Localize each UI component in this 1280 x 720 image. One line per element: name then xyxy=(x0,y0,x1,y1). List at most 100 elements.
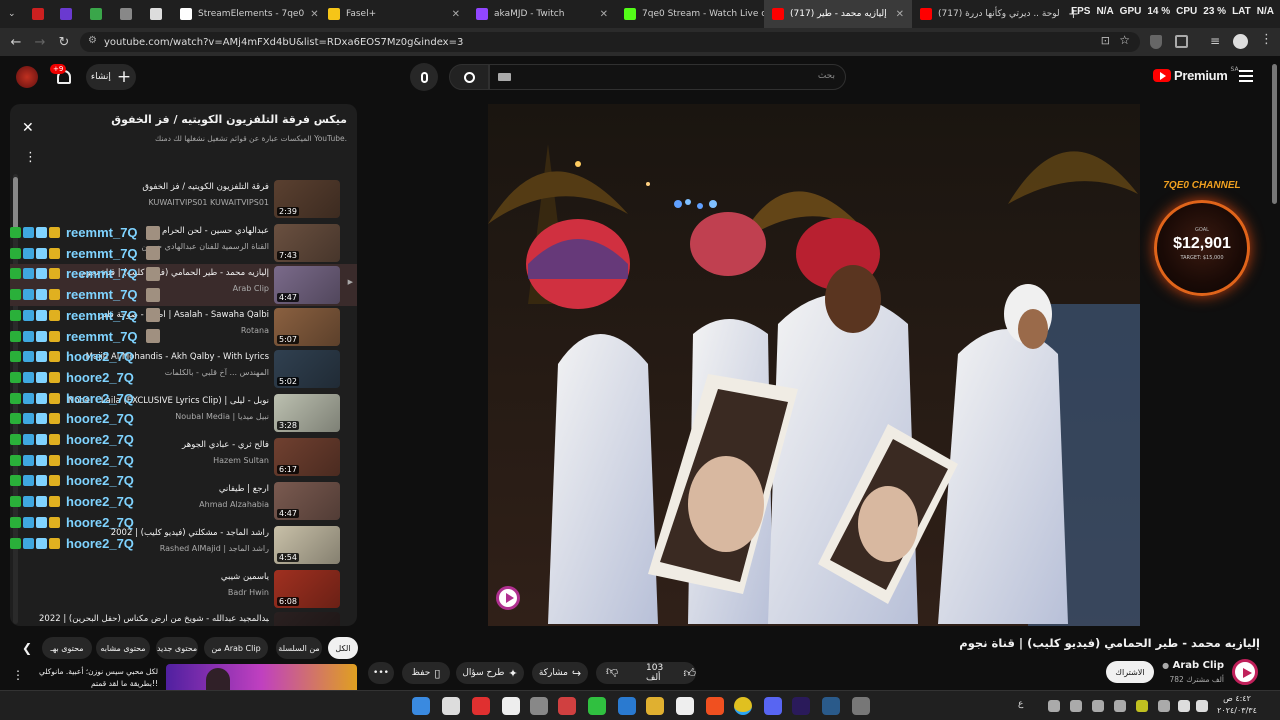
close-icon[interactable]: ✕ xyxy=(452,9,460,20)
install-icon[interactable]: ⊡ xyxy=(1101,34,1110,47)
playlist-item[interactable]: 6:08 ياسمين شيبي Badr Hwin xyxy=(10,568,357,610)
next-video-menu-button[interactable]: ⋮ xyxy=(12,668,24,682)
playlist-close-button[interactable]: ✕ xyxy=(22,120,34,136)
voice-search-button[interactable] xyxy=(410,63,438,91)
forward-button[interactable]: → xyxy=(28,30,52,54)
tray-icon[interactable] xyxy=(1158,700,1170,712)
language-indicator[interactable]: ع xyxy=(1018,699,1023,709)
bookmark-star-icon[interactable]: ☆ xyxy=(1119,33,1130,47)
filter-chip[interactable]: من السلسلة xyxy=(276,637,322,659)
more-actions-button[interactable]: ••• xyxy=(368,662,394,684)
profile-avatar[interactable] xyxy=(1233,34,1248,49)
tray-icon[interactable] xyxy=(1070,700,1082,712)
browser-tab[interactable] xyxy=(142,0,172,28)
recorder-icon[interactable] xyxy=(472,697,490,715)
tray-icon[interactable] xyxy=(1048,700,1060,712)
reading-list-icon[interactable]: ≡ xyxy=(1210,34,1220,48)
chrome-icon[interactable] xyxy=(734,697,752,715)
app-icon[interactable] xyxy=(618,697,636,715)
github-icon[interactable] xyxy=(676,697,694,715)
playlist-thumbnail[interactable]: 2:39 xyxy=(274,180,340,218)
playlist-item[interactable]: عبدالمجيد عبدالله - شويخ من ارض مكناس (ح… xyxy=(10,610,357,626)
scrollbar-thumb[interactable] xyxy=(1272,64,1277,204)
tray-icon[interactable] xyxy=(1092,700,1104,712)
settings-icon[interactable] xyxy=(530,697,548,715)
browser-tab[interactable]: StreamElements - 7qe0 ✕ xyxy=(172,0,320,28)
guide-menu-button[interactable] xyxy=(1239,70,1253,82)
keyboard-icon[interactable] xyxy=(498,73,511,81)
next-video-thumbnail[interactable] xyxy=(166,664,357,690)
notifications-button[interactable]: +9 xyxy=(50,64,76,88)
windows-start-icon[interactable] xyxy=(412,697,430,715)
browser-tab[interactable] xyxy=(52,0,82,28)
playlist-thumbnail[interactable] xyxy=(274,612,340,626)
share-button[interactable]: مشاركة ↪ xyxy=(532,662,588,684)
tab-dropdown[interactable]: ⌄ xyxy=(0,0,24,28)
browser-tab[interactable]: Fasel+ ✕ xyxy=(320,0,468,28)
filter-chip[interactable]: من Arab Clip xyxy=(204,637,268,659)
browser-menu-icon[interactable]: ⋮ xyxy=(1260,32,1273,47)
steam-icon[interactable] xyxy=(822,697,840,715)
browser-tab[interactable] xyxy=(24,0,52,28)
filter-chip[interactable]: محتوى مشابه xyxy=(96,637,150,659)
microphone-icon[interactable] xyxy=(1136,700,1148,712)
file-explorer-icon[interactable] xyxy=(646,697,664,715)
search-input[interactable]: بحث xyxy=(489,64,846,90)
discord-icon[interactable] xyxy=(764,697,782,715)
address-bar[interactable]: ⚙ youtube.com/watch?v=AMj4mFXd4bU&list=R… xyxy=(80,32,1140,52)
search-button[interactable] xyxy=(449,64,489,90)
playlist-thumbnail[interactable]: 4:47 xyxy=(274,266,340,304)
playlist-menu-button[interactable]: ⋮ xyxy=(24,150,37,165)
playlist-thumbnail[interactable]: 7:43 xyxy=(274,224,340,262)
xbox-icon[interactable] xyxy=(588,697,606,715)
app-icon[interactable] xyxy=(502,697,520,715)
browser-tab-active[interactable]: (717) إليازيه محمد - طير ✕ xyxy=(764,0,912,28)
ask-button[interactable]: طرح سؤال ✦ xyxy=(456,662,524,684)
filter-chip[interactable]: محتوى جديد xyxy=(156,637,198,659)
app-icon[interactable] xyxy=(558,697,576,715)
browser-tab[interactable]: (717) لوحة .. ديرتي وكأنها دررة✕ xyxy=(912,0,1060,28)
create-button[interactable]: إنشاء + xyxy=(86,64,136,90)
playlist-thumbnail[interactable]: 6:08 xyxy=(274,570,340,608)
close-icon[interactable]: ✕ xyxy=(600,9,608,20)
back-button[interactable]: ← xyxy=(4,30,28,54)
brave-icon[interactable] xyxy=(706,697,724,715)
playlist-thumbnail[interactable]: 4:54 xyxy=(274,526,340,564)
playlist-thumbnail[interactable]: 6:17 xyxy=(274,438,340,476)
search-icon[interactable] xyxy=(442,697,460,715)
channel-avatar[interactable] xyxy=(1232,659,1258,685)
playlist-thumbnail[interactable]: 5:02 xyxy=(274,350,340,388)
browser-tab[interactable] xyxy=(82,0,112,28)
tray-icon[interactable] xyxy=(1114,700,1126,712)
browser-tab[interactable]: akaMJD - Twitch ✕ xyxy=(468,0,616,28)
reload-button[interactable]: ↻ xyxy=(52,30,76,54)
subscribe-button[interactable]: الاشتراك xyxy=(1106,661,1154,683)
playlist-item[interactable]: 2:39 فرقة التلفزيون الكويتيه / فز الخفوق K… xyxy=(10,178,357,220)
goal-amount: $12,901 xyxy=(1173,235,1231,252)
youtube-premium-logo[interactable]: Premium SA xyxy=(1153,66,1239,83)
video-player[interactable] xyxy=(488,104,1140,626)
chips-prev-button[interactable]: ❮ xyxy=(22,641,32,655)
close-icon[interactable]: ✕ xyxy=(310,9,318,20)
filter-chip[interactable]: الكل xyxy=(328,637,358,659)
extension-shield-icon[interactable] xyxy=(1150,35,1162,49)
extensions-icon[interactable] xyxy=(1175,35,1188,48)
wifi-icon[interactable] xyxy=(1178,700,1190,712)
like-button[interactable]: 103 ألف 👍︎ xyxy=(646,662,696,684)
save-button[interactable]: حفظ ▯ xyxy=(402,662,450,684)
page-scrollbar[interactable] xyxy=(1272,60,1278,690)
site-info-icon[interactable]: ⚙ xyxy=(88,35,97,46)
channel-name[interactable]: ● Arab Clip xyxy=(1162,660,1224,671)
account-avatar[interactable] xyxy=(16,66,38,88)
app-icon[interactable] xyxy=(852,697,870,715)
filter-chip[interactable]: محتوى بهـ xyxy=(42,637,92,659)
playlist-thumbnail[interactable]: 3:28 xyxy=(274,394,340,432)
dislike-button[interactable]: 👎︎ xyxy=(606,664,618,679)
premiere-icon[interactable] xyxy=(792,697,810,715)
close-icon[interactable]: ✕ xyxy=(896,9,904,20)
playlist-thumbnail[interactable]: 5:07 xyxy=(274,308,340,346)
volume-icon[interactable] xyxy=(1196,700,1208,712)
browser-tab[interactable]: 7qe0 Stream - Watch Live on✕ xyxy=(616,0,764,28)
browser-tab[interactable] xyxy=(112,0,142,28)
playlist-thumbnail[interactable]: 4:47 xyxy=(274,482,340,520)
